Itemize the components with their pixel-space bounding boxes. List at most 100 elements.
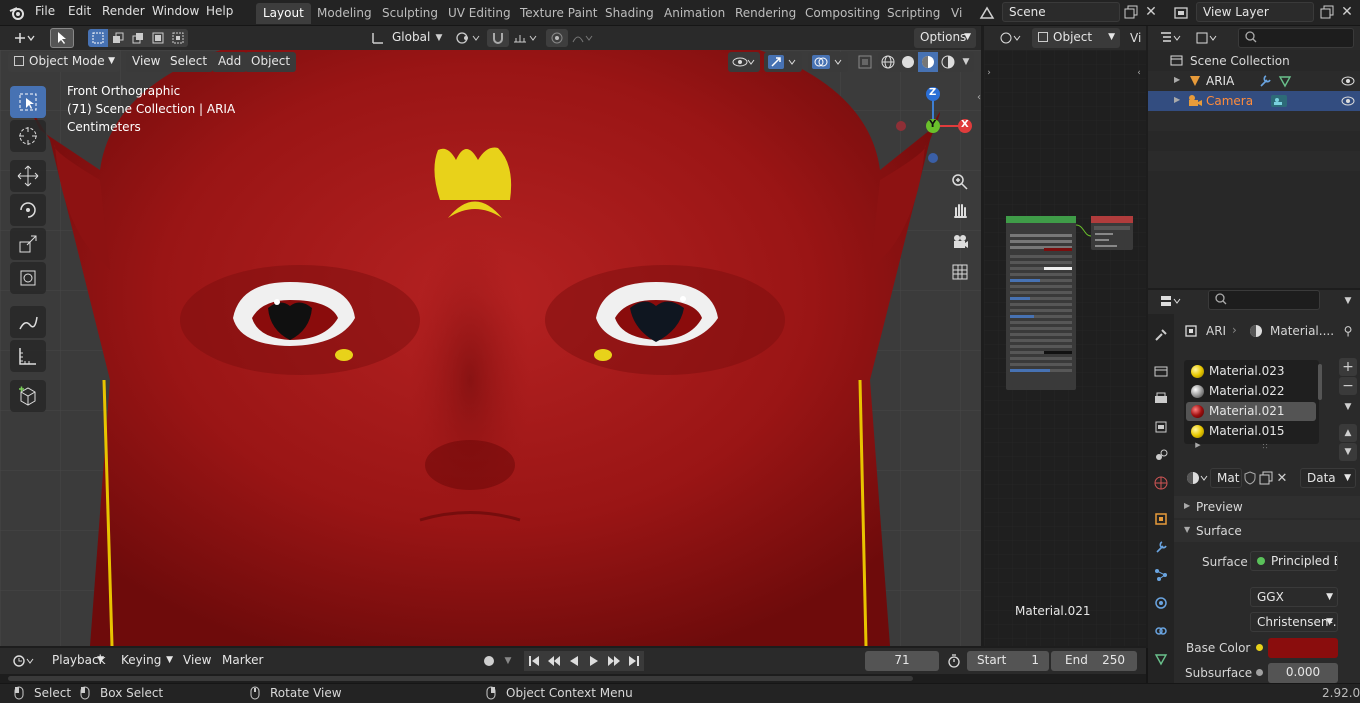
scene-field[interactable]: Scene (1002, 2, 1120, 22)
tool-scale[interactable] (10, 228, 46, 260)
tab-compositing[interactable]: Compositing (798, 3, 887, 24)
viewport-sidebar-expand-icon[interactable]: ‹ (974, 90, 984, 104)
snap-element-icon[interactable] (510, 29, 540, 47)
node-toolbar-expand-icon[interactable]: › (984, 66, 994, 80)
viewport-menu-select[interactable]: Select (164, 52, 214, 72)
jump-next-keyframe-icon[interactable] (604, 651, 624, 671)
tab-scripting[interactable]: Scripting (880, 3, 947, 24)
timeline-menu-keying[interactable]: Keying ▼ (115, 651, 173, 671)
material-slot-row[interactable]: Material.022 (1186, 382, 1316, 401)
jump-start-icon[interactable] (524, 651, 544, 671)
shading-solid-icon[interactable] (898, 52, 918, 72)
tab-object-icon[interactable] (1148, 508, 1174, 530)
tab-more[interactable]: Vi (944, 3, 969, 24)
timeline-scrollbar[interactable] (8, 676, 913, 681)
outliner-row-aria[interactable]: ▶ ARIA (1148, 71, 1360, 91)
auto-keying-record-icon[interactable] (478, 651, 500, 671)
tab-modifier-icon[interactable] (1148, 536, 1174, 558)
material-slot-row[interactable]: Material.015 (1186, 422, 1316, 441)
pivot-point-icon[interactable] (452, 29, 484, 47)
material-name-field[interactable]: Mat (1210, 468, 1242, 488)
subsurface-method-dropdown[interactable]: Christensen-... ▼ (1250, 612, 1338, 632)
select-mode-extend-icon[interactable] (108, 29, 128, 47)
shading-rendered-icon[interactable] (938, 52, 958, 72)
camera-visibility-eye-icon[interactable] (1341, 95, 1355, 107)
shading-wireframe-icon[interactable] (878, 52, 898, 72)
viewport-menu-view[interactable]: View (126, 52, 167, 72)
outliner-search-input[interactable] (1238, 28, 1354, 48)
node-editor-type-icon[interactable] (996, 28, 1026, 48)
3d-viewport[interactable]: Object Mode ▼ View Select Add Object ▼ Fr… (0, 50, 981, 646)
mesh-data-icon[interactable] (1278, 74, 1292, 88)
tab-particles-icon[interactable] (1148, 564, 1174, 586)
surface-shader-field[interactable]: Principled B... (1250, 551, 1338, 571)
zoom-icon[interactable] (948, 170, 972, 194)
play-reverse-icon[interactable] (564, 651, 584, 671)
scene-copy-icon[interactable] (1122, 3, 1140, 21)
jump-prev-keyframe-icon[interactable] (544, 651, 564, 671)
view-layer-copy-icon[interactable] (1318, 3, 1336, 21)
link-data-dropdown[interactable]: Data ▼ (1300, 468, 1356, 488)
panel-surface-header[interactable]: ▼ Surface (1174, 520, 1360, 542)
menu-render[interactable]: Render (102, 4, 145, 18)
current-frame-field[interactable]: 71 (865, 651, 939, 671)
outliner-row-camera[interactable]: ▶ Camera (1148, 91, 1360, 111)
tool-move[interactable] (10, 160, 46, 192)
tab-uv-editing[interactable]: UV Editing (441, 3, 518, 24)
shader-node-editor[interactable]: Object ▼ Vi › ‹ Material.021 (984, 26, 1146, 646)
editor-type-icon[interactable] (8, 28, 40, 48)
select-mode-subtract-icon[interactable] (128, 29, 148, 47)
timeline-menu-playback[interactable]: Playback ▼ (46, 651, 106, 671)
view-layer-icon[interactable] (1168, 3, 1194, 23)
fake-user-shield-icon[interactable] (1242, 468, 1258, 488)
tab-modeling[interactable]: Modeling (310, 3, 379, 24)
tab-tool-icon[interactable] (1148, 324, 1174, 346)
play-icon[interactable] (584, 651, 604, 671)
tool-select-box[interactable] (10, 86, 46, 118)
tab-view-layer-icon[interactable] (1148, 416, 1174, 438)
tab-scene-icon[interactable] (1148, 444, 1174, 466)
node-sidebar-expand-icon[interactable]: ‹ (1134, 66, 1144, 80)
outliner-editor-type-icon[interactable] (1156, 28, 1186, 48)
gizmo-toggle-icon[interactable] (764, 52, 802, 72)
camera-expand-icon[interactable]: ▶ (1174, 95, 1180, 104)
timeline-menu-marker[interactable]: Marker (216, 651, 269, 671)
pan-hand-icon[interactable] (948, 198, 972, 222)
tab-sculpting[interactable]: Sculpting (375, 3, 445, 24)
camera-data-icon[interactable] (1270, 94, 1288, 108)
tab-output-icon[interactable] (1148, 388, 1174, 410)
tab-texture-paint[interactable]: Texture Paint (513, 3, 604, 24)
move-slot-down-button[interactable]: ▼ (1339, 443, 1357, 461)
proportional-edit-icon[interactable] (546, 29, 568, 47)
tab-rendering[interactable]: Rendering (728, 3, 803, 24)
tab-animation[interactable]: Animation (657, 3, 732, 24)
scene-icon[interactable] (974, 3, 1000, 23)
tool-add-cube[interactable] (10, 380, 46, 412)
tool-transform[interactable] (10, 262, 46, 294)
list-expand-icon[interactable]: ▶ (1193, 440, 1203, 450)
menu-edit[interactable]: Edit (68, 4, 91, 18)
jump-end-icon[interactable] (624, 651, 644, 671)
aria-visibility-eye-icon[interactable] (1341, 75, 1355, 87)
overlays-toggle-icon[interactable] (808, 52, 848, 72)
tab-world-icon[interactable] (1148, 472, 1174, 494)
node-header-truncated[interactable]: Vi (1130, 31, 1141, 45)
timeline-scrubber-strip[interactable] (0, 674, 1146, 683)
object-mode-dropdown[interactable]: Object Mode ▼ (8, 52, 120, 72)
panel-preview-header[interactable]: ▶ Preview (1174, 496, 1360, 518)
remove-slot-button[interactable]: − (1339, 377, 1357, 395)
slot-specials-chevron-down-icon[interactable]: ▼ (1339, 398, 1357, 416)
select-mode-intersect-icon[interactable] (168, 29, 188, 47)
blender-logo-icon[interactable] (8, 4, 26, 22)
duplicate-material-icon[interactable] (1258, 468, 1274, 488)
ortho-grid-icon[interactable] (948, 260, 972, 284)
options-dropdown[interactable]: Options ▼ (914, 28, 976, 48)
base-color-swatch[interactable] (1268, 638, 1338, 658)
aria-expand-icon[interactable]: ▶ (1174, 75, 1180, 84)
timeline-editor-type-icon[interactable] (8, 651, 40, 671)
keying-options-chevron-down-icon[interactable]: ▼ (500, 651, 516, 671)
preview-range-stopwatch-icon[interactable] (944, 651, 964, 671)
subsurface-value-field[interactable]: 0.000 (1268, 663, 1338, 683)
tab-shading[interactable]: Shading (598, 3, 661, 24)
select-mode-new-icon[interactable] (88, 29, 108, 47)
